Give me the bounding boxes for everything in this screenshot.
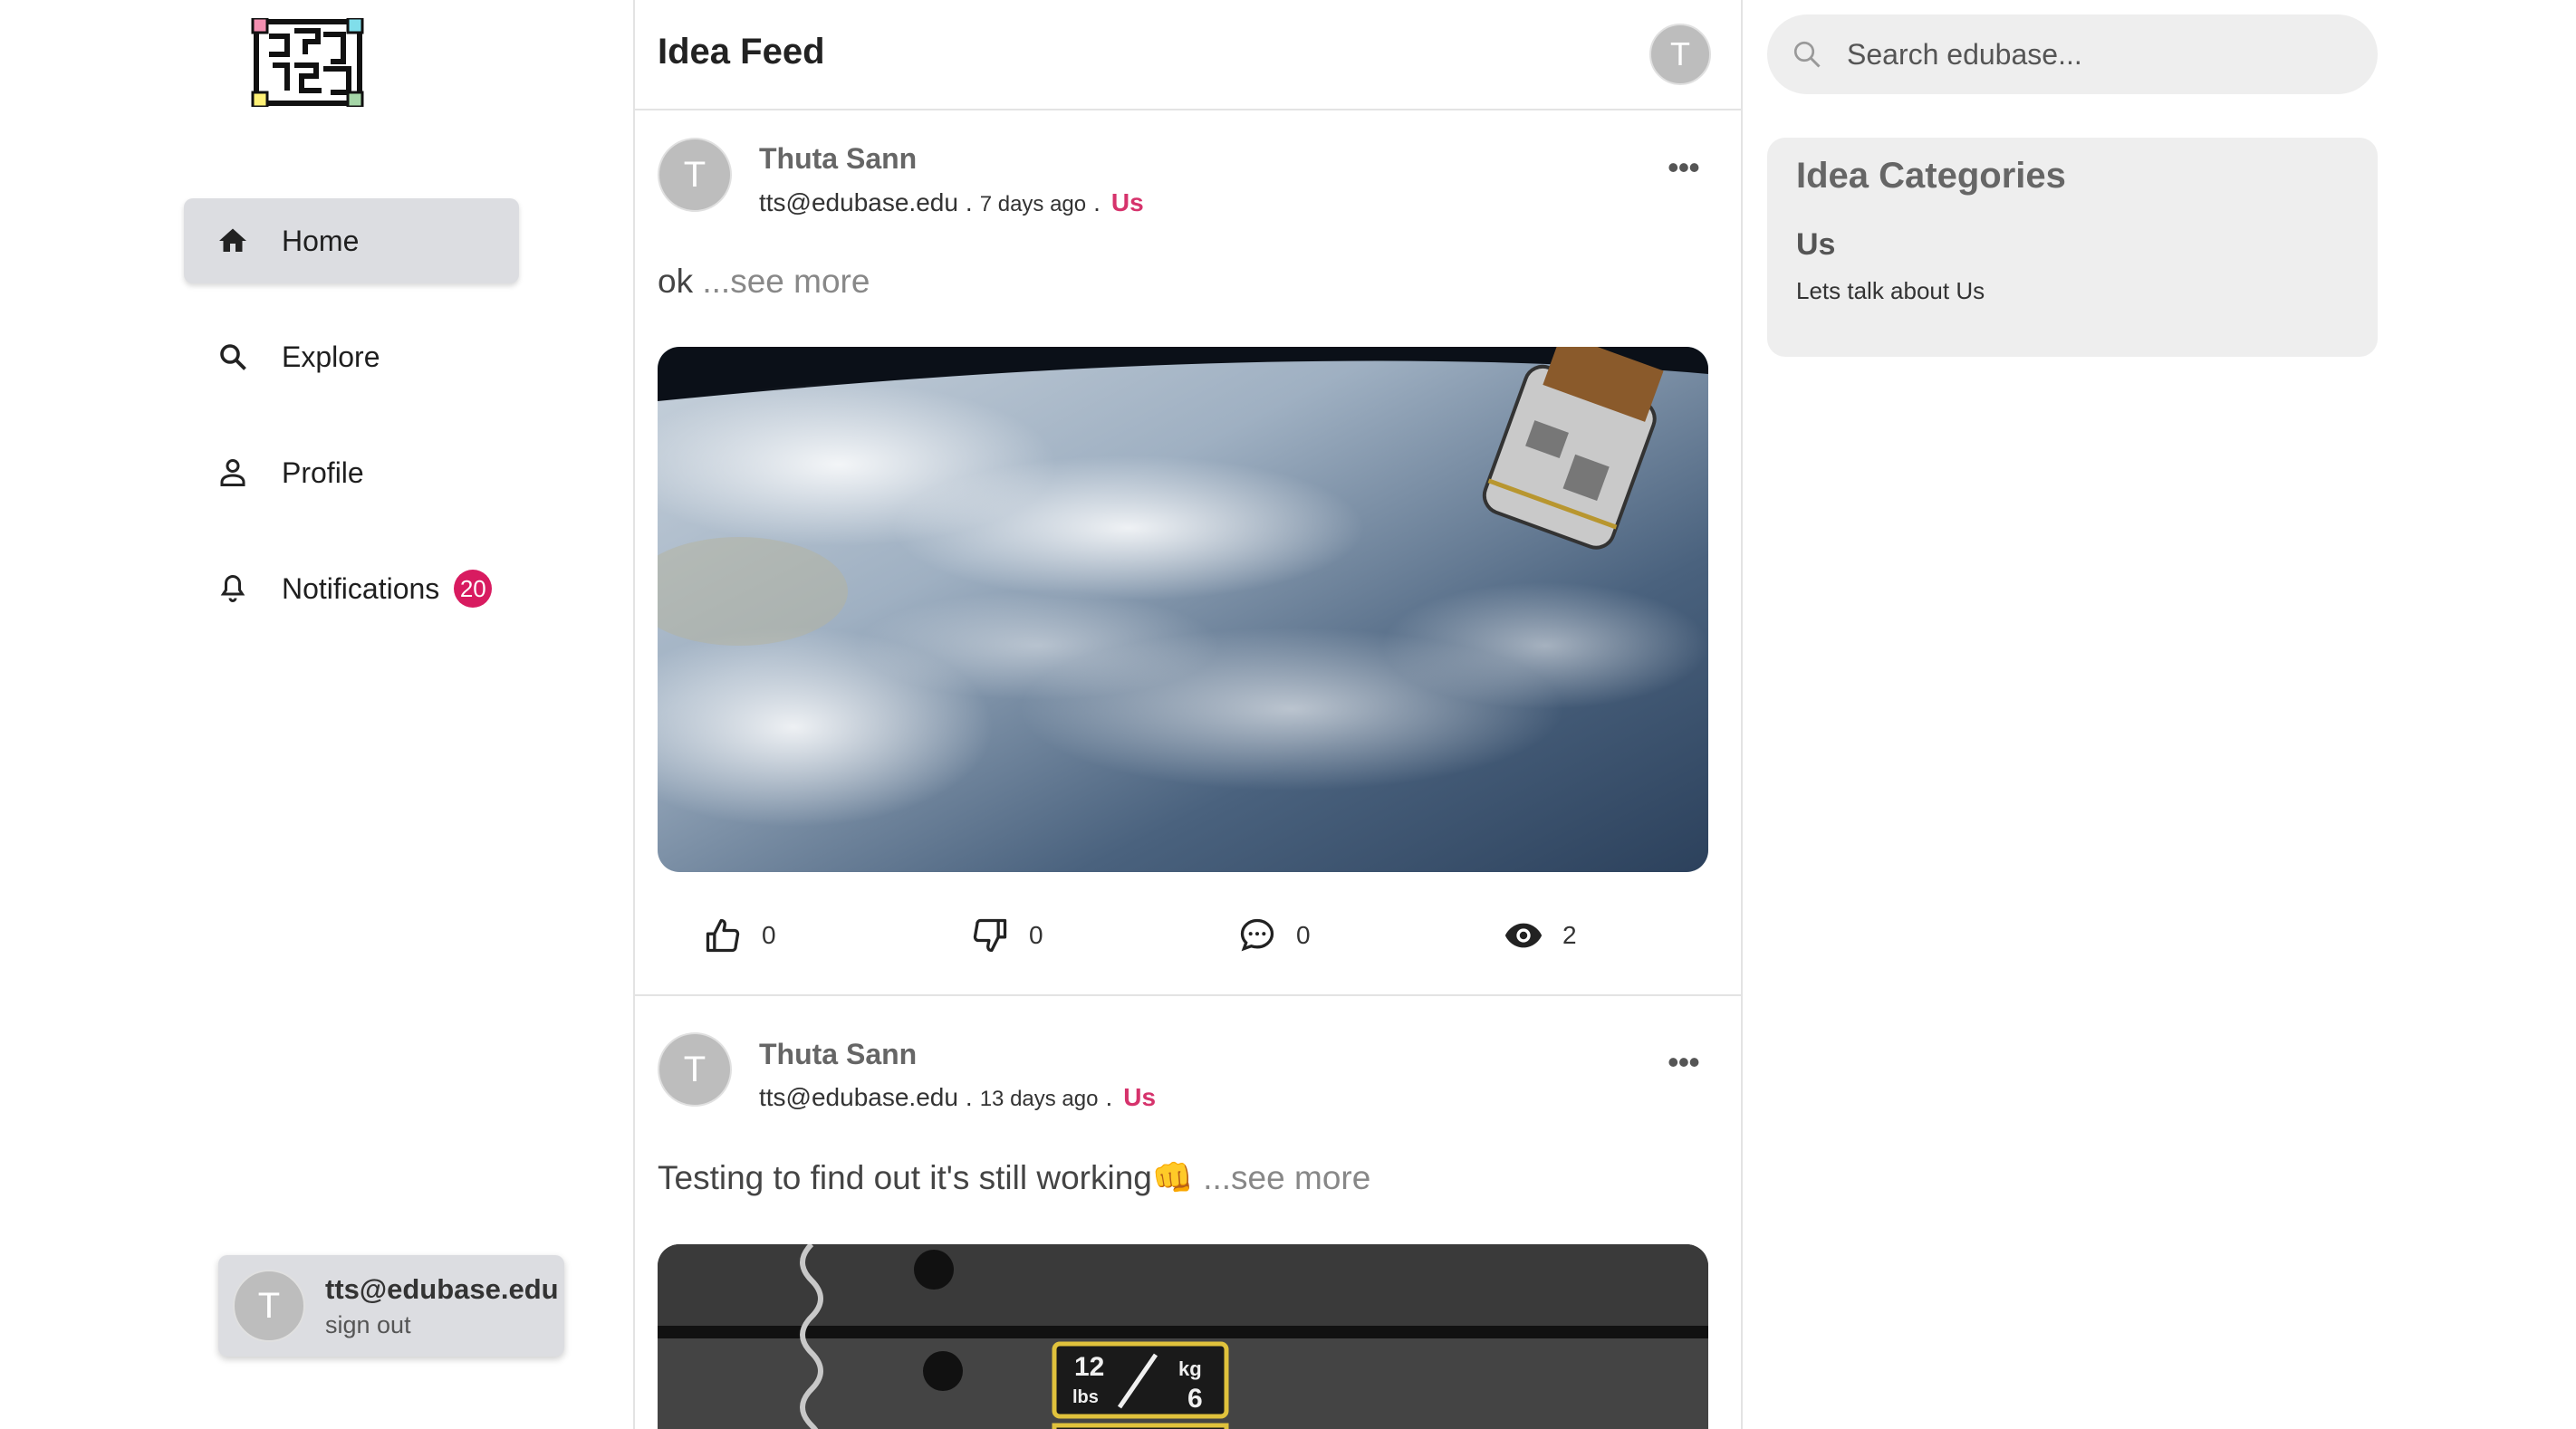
comment-button[interactable]: 0 <box>1236 915 1311 956</box>
post-author-name[interactable]: Thuta Sann <box>759 142 917 176</box>
post-meta: tts@edubase.edu. 13 days ago. Us <box>759 1083 1157 1111</box>
post-author-email: tts@edubase.edu <box>759 1083 958 1111</box>
comment-icon <box>1236 915 1278 956</box>
search-input[interactable] <box>1847 37 2354 72</box>
thumbs-up-icon <box>702 915 744 956</box>
post-text: ok <box>658 263 694 300</box>
sign-out-link[interactable]: sign out <box>325 1311 559 1339</box>
header-avatar[interactable]: T <box>1649 24 1711 85</box>
eye-icon <box>1503 915 1544 956</box>
app-root: Home Explore Profile Notifications 20 T … <box>0 0 2576 1429</box>
home-icon <box>215 223 251 259</box>
svg-text:6: 6 <box>1187 1384 1203 1414</box>
bell-icon <box>215 571 251 607</box>
edubase-logo[interactable] <box>251 16 364 109</box>
user-avatar: T <box>233 1270 305 1342</box>
post-image-earth[interactable] <box>658 347 1708 872</box>
svg-text:kg: kg <box>1178 1357 1202 1380</box>
nav-profile[interactable]: Profile <box>184 430 519 515</box>
like-count: 0 <box>762 921 776 949</box>
search-icon <box>1789 36 1825 72</box>
post-content: Testing to find out it's still working👊 … <box>658 1159 1370 1198</box>
post-author-avatar[interactable]: T <box>658 138 732 212</box>
notification-count-badge: 20 <box>454 570 493 608</box>
nav-home[interactable]: Home <box>184 198 519 283</box>
post-time: 7 days ago <box>979 192 1087 216</box>
nav-explore[interactable]: Explore <box>184 314 519 399</box>
category-name: Us <box>1796 227 1836 262</box>
post-content: ok ...see more <box>658 263 870 301</box>
post-category-link[interactable]: Us <box>1123 1083 1156 1111</box>
post-meta: tts@edubase.edu. 7 days ago. Us <box>759 188 1144 216</box>
search-icon <box>215 339 251 375</box>
right-sidebar: Idea Categories Us Lets talk about Us <box>1745 0 2576 1429</box>
nav-profile-label: Profile <box>282 456 364 489</box>
post-card: T Thuta Sann tts@edubase.edu. 13 days ago… <box>635 996 1741 1429</box>
post-author-name[interactable]: Thuta Sann <box>759 1038 917 1071</box>
nav-notifications-label: Notifications <box>282 571 440 605</box>
comment-count: 0 <box>1296 921 1311 949</box>
feed-header: Idea Feed T <box>635 0 1741 110</box>
post-actions: 0 0 0 2 <box>635 915 1741 969</box>
idea-feed: Idea Feed T T Thuta Sann tts@edubase.edu… <box>635 0 1743 1429</box>
view-count: 2 <box>1562 921 1577 949</box>
person-icon <box>215 455 251 491</box>
see-more-link[interactable]: ...see more <box>1203 1159 1370 1196</box>
svg-text:12: 12 <box>1074 1352 1104 1382</box>
like-button[interactable]: 0 <box>702 915 776 956</box>
nav-notifications[interactable]: Notifications 20 <box>184 546 519 631</box>
post-author-avatar[interactable]: T <box>658 1032 732 1107</box>
category-item[interactable]: Us Lets talk about Us <box>1796 227 2349 305</box>
user-email: tts@edubase.edu <box>325 1272 559 1305</box>
thumbs-down-icon <box>969 915 1011 956</box>
post-category-link[interactable]: Us <box>1111 188 1144 216</box>
see-more-link[interactable]: ...see more <box>702 263 870 300</box>
idea-categories-panel: Idea Categories Us Lets talk about Us <box>1767 138 2378 357</box>
page-title: Idea Feed <box>658 32 825 72</box>
more-horizontal-icon[interactable]: ••• <box>1668 149 1700 187</box>
post-author-email: tts@edubase.edu <box>759 188 958 216</box>
dislike-count: 0 <box>1029 921 1043 949</box>
views-indicator: 2 <box>1503 915 1577 956</box>
search-bar[interactable] <box>1767 14 2378 94</box>
user-card[interactable]: T tts@edubase.edu sign out <box>218 1255 564 1357</box>
dislike-button[interactable]: 0 <box>969 915 1043 956</box>
post-time: 13 days ago <box>979 1087 1099 1111</box>
svg-text:lbs: lbs <box>1072 1387 1099 1407</box>
post-image-weights[interactable]: 12 lbs kg 6 <box>658 1244 1708 1429</box>
categories-title: Idea Categories <box>1796 156 2066 196</box>
post-card: T Thuta Sann tts@edubase.edu. 7 days ago.… <box>635 110 1741 996</box>
left-sidebar: Home Explore Profile Notifications 20 T … <box>0 0 635 1429</box>
more-horizontal-icon[interactable]: ••• <box>1668 1043 1700 1081</box>
nav-home-label: Home <box>282 224 360 257</box>
category-description: Lets talk about Us <box>1796 277 1985 304</box>
nav-explore-label: Explore <box>282 340 380 373</box>
post-text: Testing to find out it's still working👊 <box>658 1159 1194 1196</box>
